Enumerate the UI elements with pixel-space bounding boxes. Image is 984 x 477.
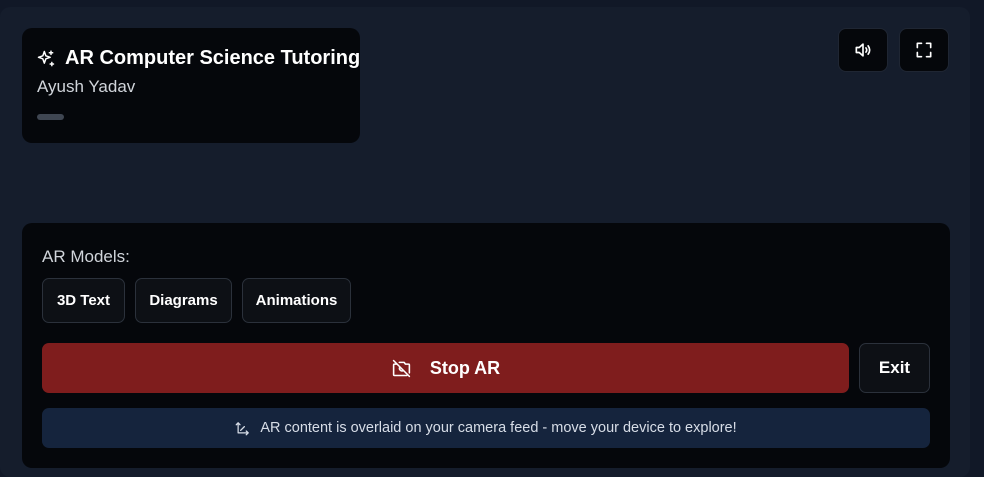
fullscreen-icon: [916, 42, 932, 58]
title-row: AR Computer Science Tutoring: [36, 47, 360, 70]
ar-controls-panel: AR Models: 3D Text Diagrams Animations S…: [22, 223, 950, 468]
ar-hint-text: AR content is overlaid on your camera fe…: [260, 420, 737, 436]
sound-button[interactable]: [838, 28, 888, 72]
exit-button[interactable]: Exit: [859, 343, 930, 393]
ar-hint-banner: AR content is overlaid on your camera fe…: [42, 408, 930, 448]
stop-ar-button[interactable]: Stop AR: [42, 343, 849, 393]
model-3d-text-button[interactable]: 3D Text: [42, 278, 125, 323]
lesson-progress-bar: [37, 114, 64, 120]
fullscreen-button[interactable]: [899, 28, 949, 72]
lesson-title: AR Computer Science Tutoring: [65, 47, 361, 69]
move-arrows-icon: [235, 421, 250, 435]
stop-ar-label: Stop AR: [429, 357, 501, 378]
author-name: Ayush Yadav: [37, 77, 136, 96]
camera-off-icon: [392, 359, 410, 377]
lesson-info-card: AR Computer Science Tutoring Ayush Yadav: [22, 28, 360, 143]
model-diagrams-button[interactable]: Diagrams: [135, 278, 232, 323]
volume-icon: [855, 43, 871, 57]
ar-models-label: AR Models:: [42, 247, 130, 266]
sparkles-icon: [37, 49, 55, 66]
model-animations-button[interactable]: Animations: [242, 278, 351, 323]
